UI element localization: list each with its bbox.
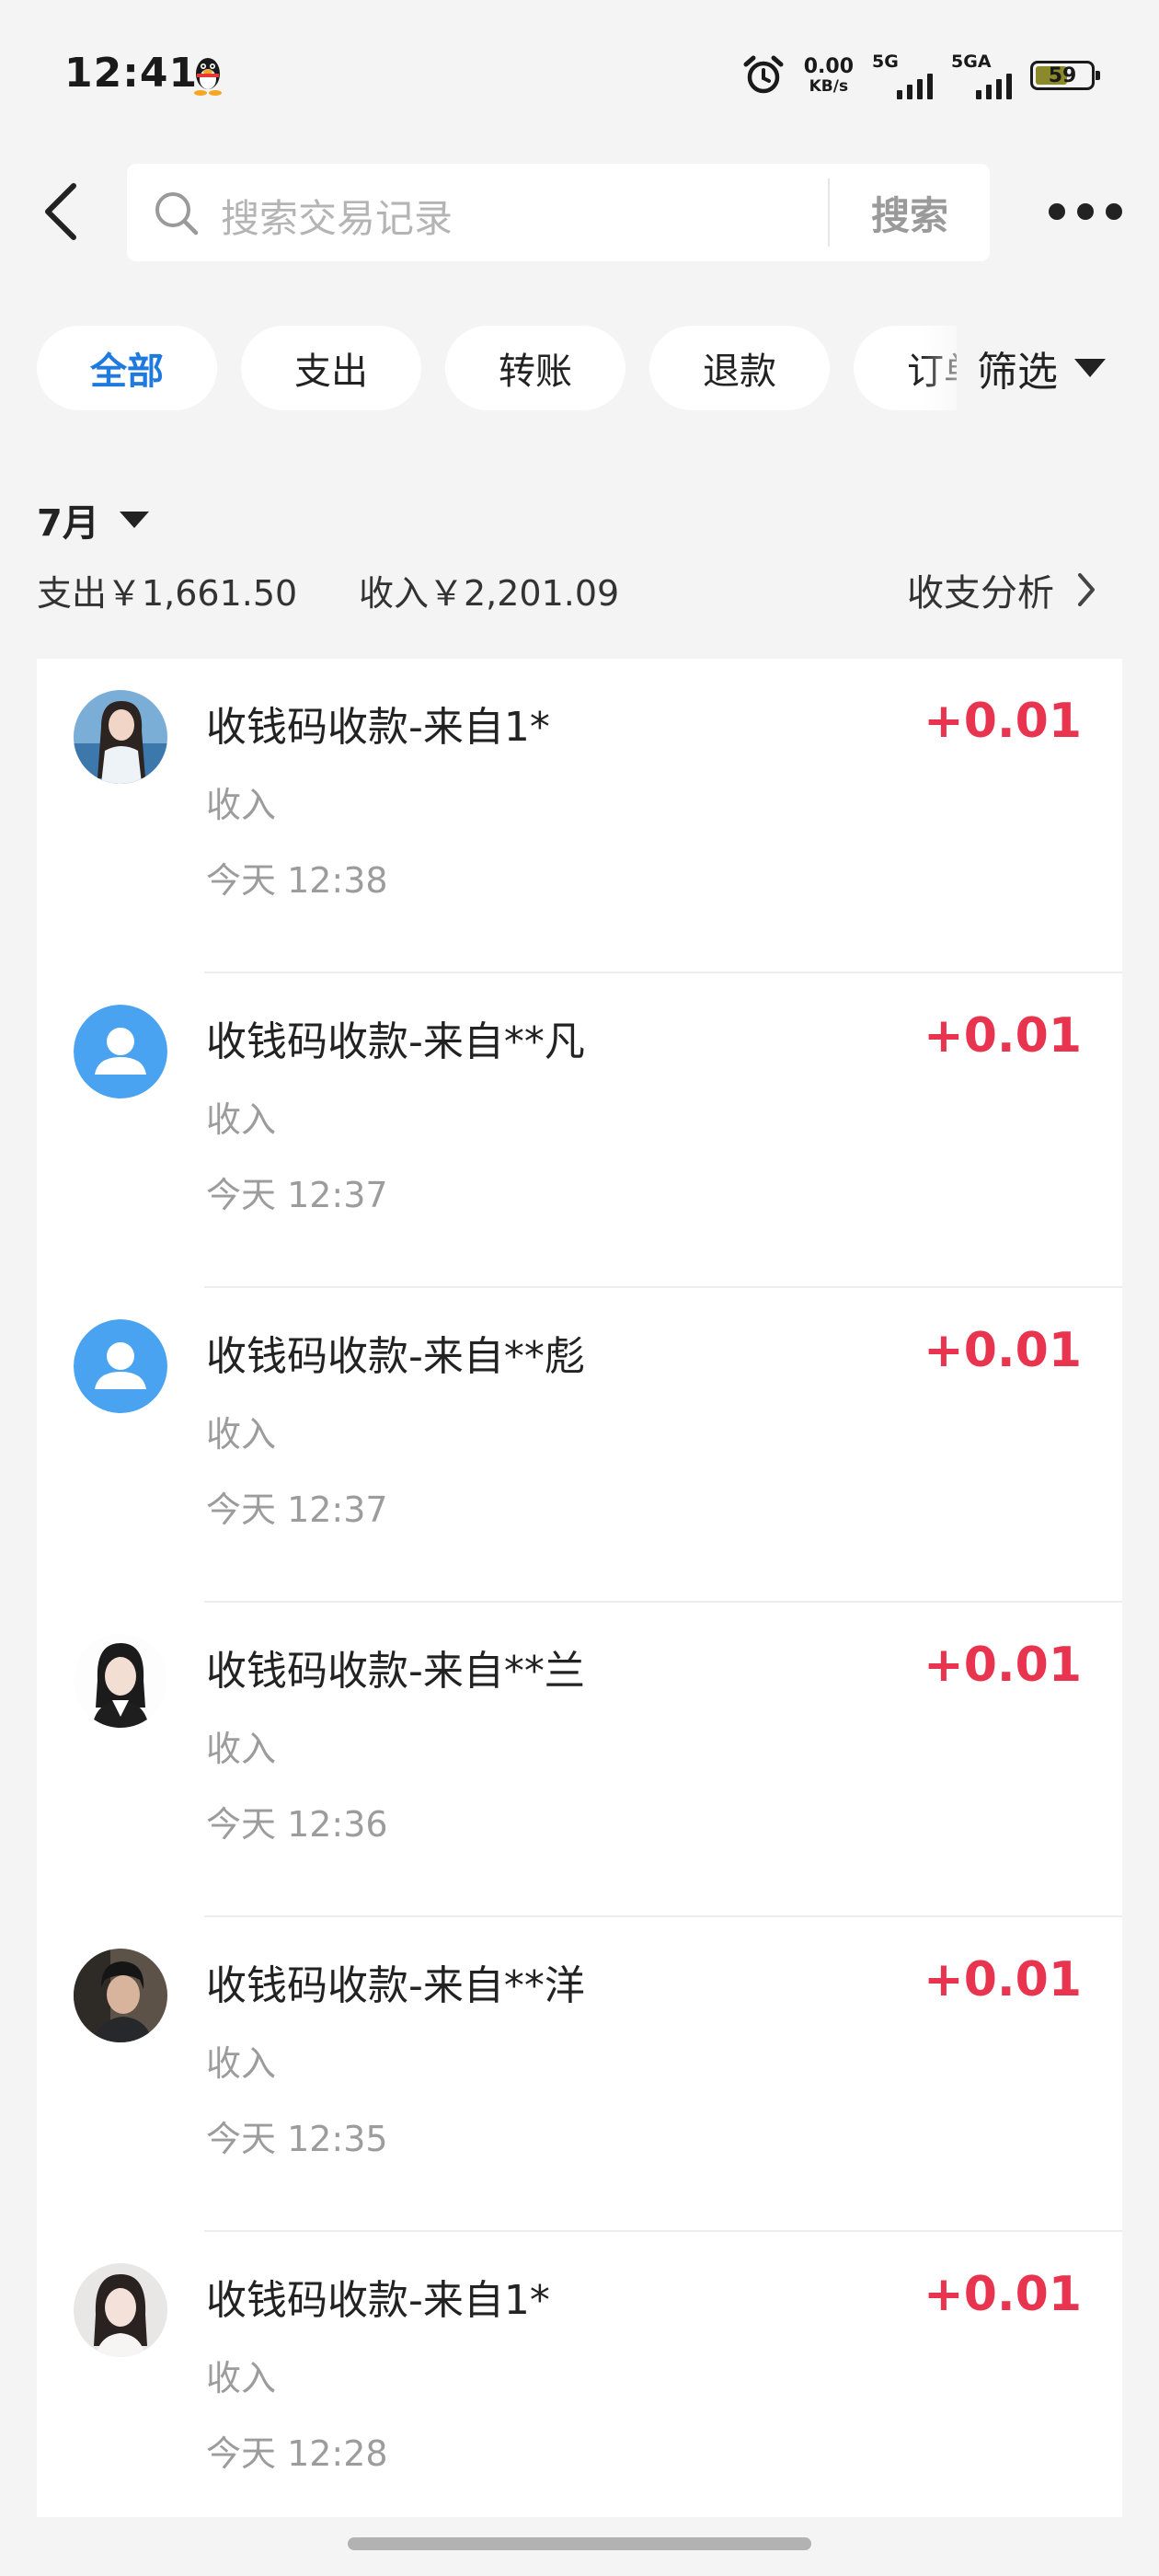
net-speed-value: 0.00 xyxy=(803,54,854,78)
transaction-title: 收钱码收款-来自**凡 xyxy=(206,1018,585,1065)
dropdown-triangle-icon xyxy=(119,512,149,528)
chevron-right-icon xyxy=(1078,573,1095,606)
transaction-time: 今天 12:37 xyxy=(206,1175,388,1215)
transaction-history-screen: 12:41 0.00 KB/s 5G 5GA 59 搜索交易记录 搜索 全部 支… xyxy=(0,0,1159,2576)
sim2-signal: 5GA xyxy=(951,52,1012,99)
search-icon xyxy=(155,192,199,236)
transaction-type: 收入 xyxy=(206,1414,277,1455)
status-time: 12:41 xyxy=(64,50,199,97)
alarm-icon xyxy=(743,55,784,94)
transaction-list: 收钱码收款-来自1* 收入 今天 12:38 +0.01 收钱码收款-来自**凡… xyxy=(37,659,1122,2517)
sim2-label: 5GA xyxy=(951,52,992,72)
filter-label: 筛选 xyxy=(977,349,1058,396)
net-speed-unit: KB/s xyxy=(809,76,849,96)
transaction-type: 收入 xyxy=(206,2043,277,2084)
income-total: 收入￥2,201.09 xyxy=(359,573,620,614)
filter-button[interactable]: 筛选 xyxy=(977,335,1106,401)
transaction-row[interactable]: 收钱码收款-来自**兰 收入 今天 12:36 +0.01 xyxy=(37,1603,1122,1917)
qq-penguin-icon xyxy=(194,58,222,96)
transaction-amount: +0.01 xyxy=(924,2267,1082,2322)
chip-all[interactable]: 全部 xyxy=(37,326,217,410)
analysis-label: 收支分析 xyxy=(907,572,1054,615)
back-arrow-icon[interactable] xyxy=(33,175,88,248)
sim1-signal: 5G xyxy=(872,52,933,99)
transaction-row[interactable]: 收钱码收款-来自**洋 收入 今天 12:35 +0.01 xyxy=(37,1917,1122,2232)
transaction-row[interactable]: 收钱码收款-来自**彪 收入 今天 12:37 +0.01 xyxy=(37,1288,1122,1603)
home-indicator[interactable] xyxy=(348,2537,811,2550)
transaction-title: 收钱码收款-来自1* xyxy=(206,704,550,751)
transaction-amount: +0.01 xyxy=(924,1008,1082,1064)
transaction-type: 收入 xyxy=(206,1099,277,1140)
user-avatar xyxy=(74,1634,167,1728)
transaction-time: 今天 12:38 xyxy=(206,860,388,901)
chip-refund[interactable]: 退款 xyxy=(649,326,830,410)
default-avatar-icon xyxy=(74,1319,167,1413)
battery-icon: 59 xyxy=(1030,61,1100,90)
user-avatar xyxy=(74,2263,167,2357)
search-input[interactable]: 搜索交易记录 xyxy=(221,188,453,244)
transaction-time: 今天 12:36 xyxy=(206,1804,388,1845)
status-icons: 0.00 KB/s 5G 5GA 59 xyxy=(741,48,1100,103)
battery-level: 59 xyxy=(1048,63,1077,87)
transaction-amount: +0.01 xyxy=(924,1952,1082,2007)
filter-chips: 全部 支出 转账 退款 订单 xyxy=(37,326,957,410)
transaction-type: 收入 xyxy=(206,1729,277,1769)
transaction-time: 今天 12:35 xyxy=(206,2119,388,2159)
transaction-amount: +0.01 xyxy=(924,1323,1082,1378)
sim1-label: 5G xyxy=(872,52,899,72)
transaction-title: 收钱码收款-来自**洋 xyxy=(206,1962,585,2009)
transaction-title: 收钱码收款-来自1* xyxy=(206,2277,550,2324)
net-speed: 0.00 KB/s xyxy=(803,54,854,96)
transaction-row[interactable]: 收钱码收款-来自1* 收入 今天 12:28 +0.01 xyxy=(37,2232,1122,2547)
user-avatar xyxy=(74,1949,167,2042)
search-bar[interactable]: 搜索交易记录 搜索 xyxy=(127,164,990,261)
chip-transfer[interactable]: 转账 xyxy=(445,326,625,410)
transaction-title: 收钱码收款-来自**彪 xyxy=(206,1333,585,1380)
search-button[interactable]: 搜索 xyxy=(830,164,990,261)
analysis-link[interactable]: 收支分析 xyxy=(907,563,1098,616)
transaction-type: 收入 xyxy=(206,785,277,825)
transaction-amount: +0.01 xyxy=(924,1638,1082,1693)
month-selector[interactable]: 7月 xyxy=(37,493,149,546)
status-bar: 12:41 0.00 KB/s 5G 5GA 59 xyxy=(0,0,1159,156)
month-label: 7月 xyxy=(37,502,99,545)
transaction-title: 收钱码收款-来自**兰 xyxy=(206,1648,585,1695)
transaction-row[interactable]: 收钱码收款-来自1* 收入 今天 12:38 +0.01 xyxy=(37,659,1122,973)
signal-icon xyxy=(897,74,933,99)
dropdown-triangle-icon xyxy=(1074,359,1106,377)
signal-icon xyxy=(976,74,1012,99)
default-avatar-icon xyxy=(74,1005,167,1098)
user-avatar xyxy=(74,690,167,784)
chip-expense[interactable]: 支出 xyxy=(241,326,421,410)
transaction-type: 收入 xyxy=(206,2358,277,2398)
transaction-row[interactable]: 收钱码收款-来自**凡 收入 今天 12:37 +0.01 xyxy=(37,973,1122,1288)
transaction-time: 今天 12:37 xyxy=(206,1489,388,1530)
more-options-icon[interactable] xyxy=(1049,193,1122,230)
chips-fade xyxy=(920,316,984,420)
expense-total: 支出￥1,661.50 xyxy=(37,573,298,614)
transaction-time: 今天 12:28 xyxy=(206,2433,388,2474)
transaction-amount: +0.01 xyxy=(924,694,1082,749)
